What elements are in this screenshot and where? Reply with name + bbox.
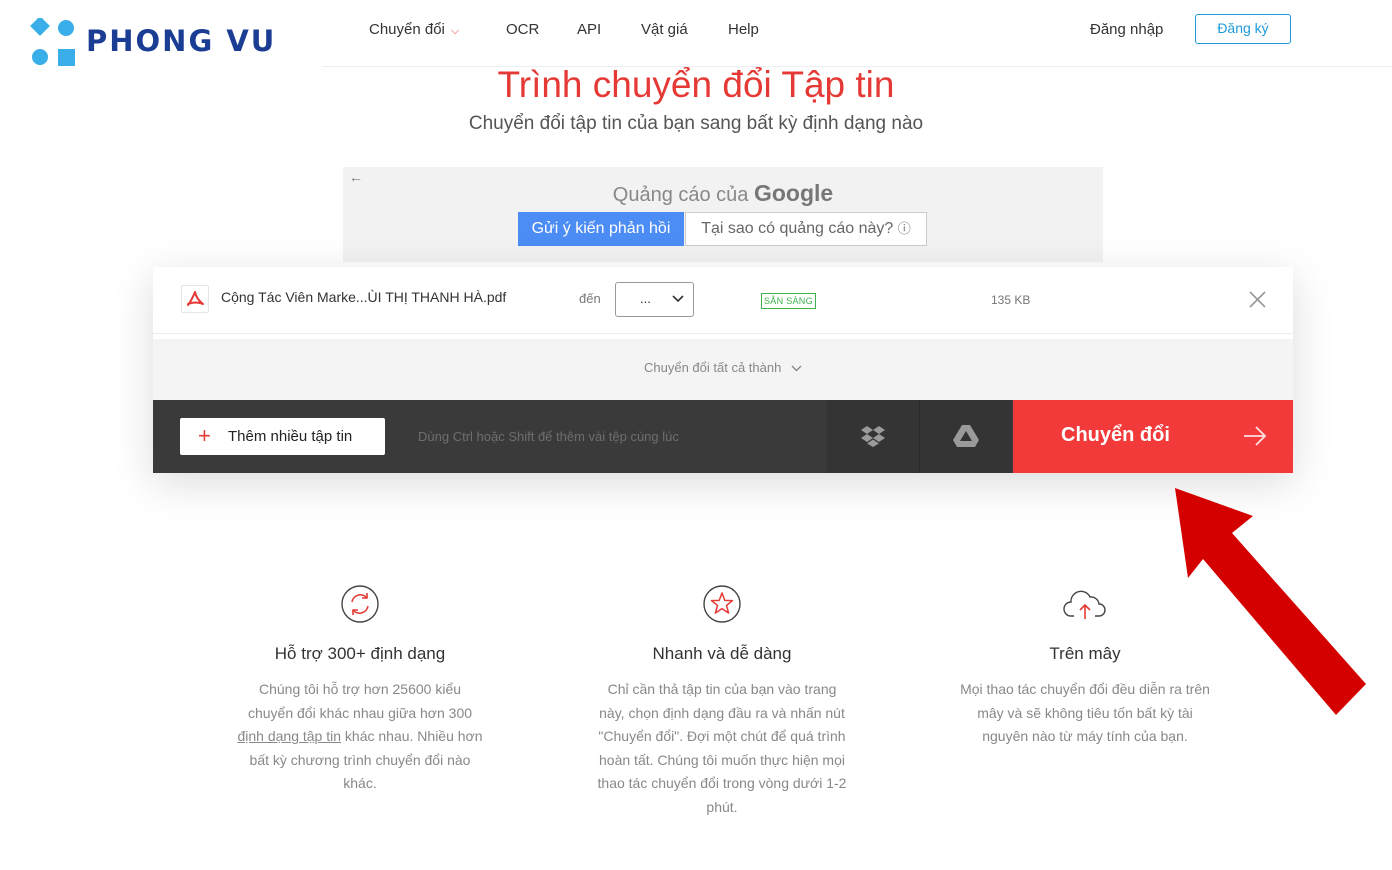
feature-desc-part: Chúng tôi hỗ trợ hơn 25600 kiểu chuyển đ… <box>247 681 473 721</box>
ad-why-label: Tại sao có quảng cáo này? <box>701 220 894 237</box>
nav-ocr[interactable]: OCR <box>506 0 539 60</box>
login-link[interactable]: Đăng nhập <box>1090 0 1163 60</box>
google-drive-icon <box>953 425 979 447</box>
file-name: Cộng Tác Viên Marke...ÙI THỊ THANH HÀ.pd… <box>221 289 507 305</box>
convert-button-label: Chuyển đổi <box>1061 424 1170 446</box>
feature-title: Nhanh và dễ dàng <box>652 644 792 663</box>
chevron-down-icon <box>791 365 802 372</box>
feature-formats: Hỗ trợ 300+ định dạng Chúng tôi hỗ trợ h… <box>235 584 485 796</box>
nav-api[interactable]: API <box>577 0 601 60</box>
chevron-down-icon: ⌵ <box>450 25 460 37</box>
action-bar: + Thêm nhiều tập tin Dùng Ctrl hoặc Shif… <box>153 400 1293 473</box>
pdf-icon <box>181 285 209 313</box>
brand-name: PHONG VU <box>86 24 277 58</box>
feature-description: Chỉ cần thả tập tin của bạn vào trang nà… <box>597 681 847 815</box>
page-title: Trình chuyển đổi Tập tin <box>497 64 895 105</box>
nav-help[interactable]: Help <box>728 0 759 60</box>
feature-description: Chúng tôi hỗ trợ hơn 25600 kiểu chuyển đ… <box>235 678 485 796</box>
ad-label-prefix: Quảng cáo của <box>612 184 749 206</box>
feature-description: Mọi thao tác chuyển đổi đều diễn ra trên… <box>960 681 1210 744</box>
convert-all-dropdown[interactable]: Chuyển đổi tất cả thành <box>153 360 1293 375</box>
google-ad-banner: ← Quảng cáo của Google Gửi ý kiến phản h… <box>343 167 1103 262</box>
status-badge: SẴN SÀNG <box>761 293 816 309</box>
multi-select-hint: Dùng Ctrl hoặc Shift để thêm vài tệp cùn… <box>418 429 679 444</box>
brand-logo[interactable]: PHONG VU <box>0 0 322 72</box>
cloud-upload-icon <box>1063 590 1106 619</box>
arrow-right-icon <box>1244 426 1267 446</box>
ad-why-button[interactable]: Tại sao có quảng cáo này? ⓘ <box>685 212 927 246</box>
dropbox-button[interactable] <box>827 400 920 473</box>
formats-link[interactable]: định dạng tập tin <box>237 728 341 744</box>
ad-feedback-button[interactable]: Gửi ý kiến phản hồi <box>518 212 684 246</box>
nav-convert-menu[interactable]: Chuyển đổi ⌵ <box>369 0 459 60</box>
nav-vat-gia[interactable]: Vật giá <box>641 0 688 60</box>
plus-icon: + <box>198 423 211 448</box>
feature-title: Hỗ trợ 300+ định dạng <box>274 644 446 663</box>
converter-card: Cộng Tác Viên Marke...ÙI THỊ THANH HÀ.pd… <box>153 267 1293 473</box>
close-icon[interactable] <box>1249 291 1266 308</box>
google-drive-button[interactable] <box>920 400 1012 473</box>
file-size: 135 KB <box>991 293 1031 307</box>
format-select-value: ... <box>640 291 651 306</box>
phongvu-logo-icon <box>30 18 75 66</box>
convert-button[interactable]: Chuyển đổi <box>1013 400 1293 473</box>
info-icon: ⓘ <box>897 221 911 236</box>
add-more-files-button[interactable]: + Thêm nhiều tập tin <box>180 418 385 455</box>
ad-label: Quảng cáo của Google <box>343 180 1103 207</box>
nav-convert-label: Chuyển đổi <box>369 21 445 38</box>
convert-all-label: Chuyển đổi tất cả thành <box>644 360 782 375</box>
convert-all-row[interactable]: Chuyển đổi tất cả thành <box>153 339 1293 400</box>
to-label: đến <box>579 291 601 306</box>
star-circle-icon <box>703 585 741 623</box>
format-select[interactable]: ... <box>615 282 694 317</box>
dropbox-icon <box>861 426 885 447</box>
feature-title: Trên mây <box>1049 644 1121 663</box>
feature-cloud: Trên mây Mọi thao tác chuyển đổi đều diễ… <box>960 584 1210 749</box>
page-subtitle: Chuyển đổi tập tin của bạn sang bất kỳ đ… <box>468 113 924 134</box>
file-row: Cộng Tác Viên Marke...ÙI THỊ THANH HÀ.pd… <box>153 267 1293 334</box>
add-more-files-label: Thêm nhiều tập tin <box>228 428 353 445</box>
signup-button[interactable]: Đăng ký <box>1195 14 1291 44</box>
feature-fast: Nhanh và dễ dàng Chỉ cần thả tập tin của… <box>597 584 847 819</box>
refresh-circle-icon <box>341 585 379 623</box>
chevron-down-icon <box>672 295 684 303</box>
ad-label-brand: Google <box>753 180 834 206</box>
